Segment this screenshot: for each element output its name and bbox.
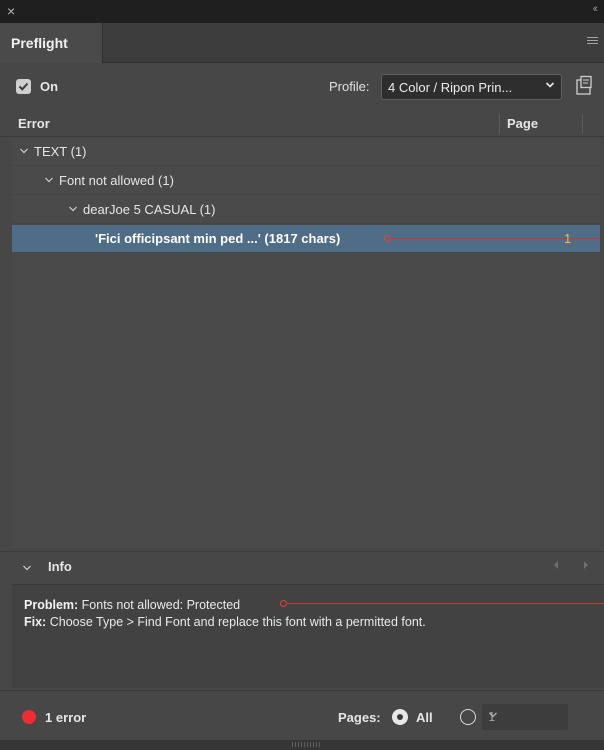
pages-range-radio[interactable] xyxy=(460,709,476,725)
callout-dot xyxy=(384,235,391,242)
info-box: Problem: Fonts not allowed: Protected Fi… xyxy=(12,584,604,688)
fix-label: Fix: xyxy=(24,615,47,629)
next-arrow-icon[interactable] xyxy=(583,560,589,572)
column-header: Error Page xyxy=(0,111,604,137)
tree-row-label: Font not allowed (1) xyxy=(59,173,174,188)
grip-icon[interactable] xyxy=(292,742,320,747)
footer-bar: 1 error Pages: All 1 xyxy=(0,690,604,742)
tree-row-font-not-allowed[interactable]: Font not allowed (1) xyxy=(12,167,600,195)
tree-row-font-name[interactable]: dearJoe 5 CASUAL (1) xyxy=(12,196,600,224)
preflight-panel: On Profile: 4 Color / Ripon Prin... Erro… xyxy=(0,63,604,750)
chevron-down-icon xyxy=(488,709,560,724)
preflight-toolbar: On Profile: 4 Color / Ripon Prin... xyxy=(0,63,604,111)
checkmark-icon xyxy=(18,82,29,91)
profile-define-icon[interactable] xyxy=(574,75,594,97)
panel-titlebar: × ‹‹ xyxy=(0,0,604,23)
error-tree: TEXT (1) Font not allowed (1) dearJoe 5 … xyxy=(12,138,600,548)
column-error[interactable]: Error xyxy=(18,116,50,131)
pages-label: Pages: xyxy=(338,710,381,725)
profile-value: 4 Color / Ripon Prin... xyxy=(388,80,513,95)
page-link[interactable]: 1 xyxy=(564,231,571,246)
disclosure-caret-icon[interactable] xyxy=(44,172,54,191)
collapse-icon[interactable]: ‹‹ xyxy=(593,3,599,15)
tab-bar: Preflight xyxy=(0,23,604,63)
profile-dropdown[interactable]: 4 Color / Ripon Prin... xyxy=(381,74,562,100)
tree-row-label: TEXT (1) xyxy=(34,144,87,159)
prev-arrow-icon[interactable] xyxy=(553,560,559,572)
problem-label: Problem: xyxy=(24,598,79,612)
chevron-down-icon[interactable] xyxy=(22,560,32,579)
column-page[interactable]: Page xyxy=(507,116,538,131)
on-label: On xyxy=(40,79,59,94)
disclosure-caret-icon[interactable] xyxy=(19,143,29,162)
close-icon[interactable]: × xyxy=(7,3,15,19)
pages-all-label[interactable]: All xyxy=(416,710,433,725)
problem-line: Problem: Fonts not allowed: Protected xyxy=(24,598,240,612)
column-divider[interactable] xyxy=(582,114,583,134)
disclosure-caret-icon[interactable] xyxy=(68,201,78,220)
tree-row-label: 'Fici officipsant min ped ...' (1817 cha… xyxy=(95,231,341,246)
on-checkbox[interactable] xyxy=(16,79,31,94)
panel-menu-icon[interactable] xyxy=(587,37,598,47)
tab-preflight[interactable]: Preflight xyxy=(0,23,103,63)
info-title[interactable]: Info xyxy=(48,559,72,574)
error-count: 1 error xyxy=(45,710,87,725)
tree-row-text[interactable]: TEXT (1) xyxy=(12,138,600,166)
tab-label: Preflight xyxy=(11,35,68,51)
fix-line: Fix: Choose Type > Find Font and replace… xyxy=(24,615,426,629)
profile-label: Profile: xyxy=(329,79,370,94)
info-header: Info xyxy=(0,551,604,581)
chevron-down-icon xyxy=(545,79,555,94)
tree-row-label: dearJoe 5 CASUAL (1) xyxy=(83,202,216,217)
column-divider[interactable] xyxy=(499,114,500,134)
tree-row-text-item[interactable]: 'Fici officipsant min ped ...' (1817 cha… xyxy=(12,225,600,253)
fix-text: Choose Type > Find Font and replace this… xyxy=(49,615,426,629)
callout-line xyxy=(286,603,604,604)
pages-all-radio[interactable] xyxy=(392,709,408,725)
error-dot-icon xyxy=(22,710,36,724)
pages-range-dropdown[interactable]: 1 xyxy=(482,704,568,730)
problem-text: Fonts not allowed: Protected xyxy=(81,598,241,612)
